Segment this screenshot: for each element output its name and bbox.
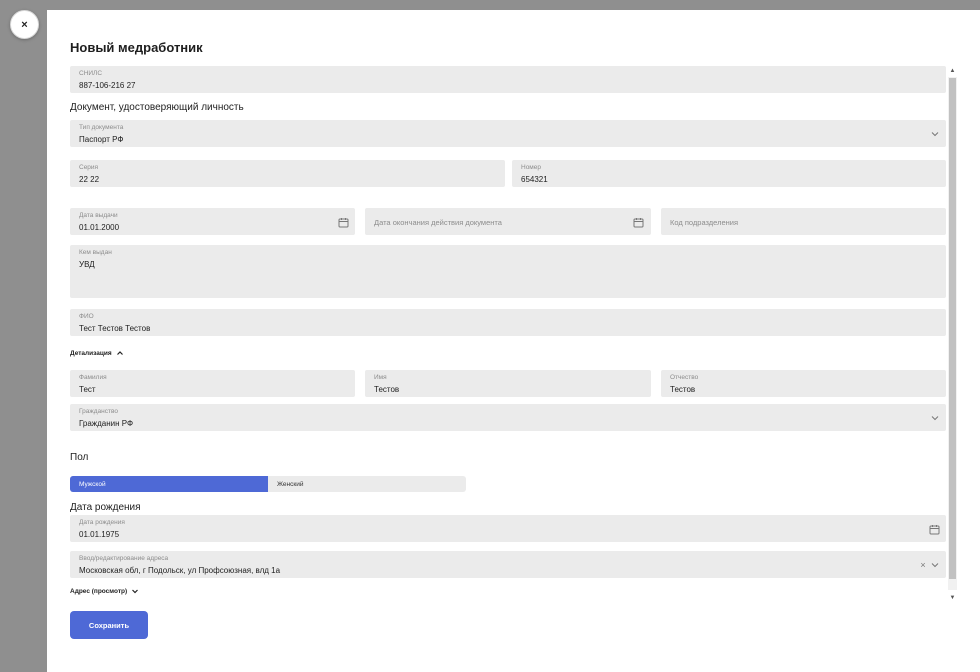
new-medworker-dialog: Новый медработник СНИЛС 887-106-216 27 Д…: [47, 10, 980, 672]
series-value: 22 22: [79, 175, 100, 184]
birth-date-field[interactable]: Дата рождения 01.01.1975: [70, 515, 946, 542]
gender-segmented-control: Мужской Женский: [70, 476, 466, 492]
fio-field[interactable]: ФИО Тест Тестов Тестов: [70, 309, 946, 336]
patronymic-field[interactable]: Отчество Тестов: [661, 370, 946, 397]
gender-option-female[interactable]: Женский: [268, 476, 466, 492]
issued-by-label: Кем выдан: [79, 249, 112, 256]
number-value: 654321: [521, 175, 548, 184]
chevron-down-icon[interactable]: [928, 411, 942, 425]
chevron-down-icon: [132, 589, 139, 594]
citizenship-select[interactable]: Гражданство Гражданин РФ: [70, 404, 946, 431]
division-code-field[interactable]: Код подразделения: [661, 208, 946, 235]
expiry-date-placeholder: Дата окончания действия документа: [374, 218, 502, 227]
issue-date-value: 01.01.2000: [79, 223, 120, 232]
details-toggle[interactable]: Детализация: [70, 349, 124, 357]
expiry-date-field[interactable]: Дата окончания действия документа: [365, 208, 651, 235]
address-input-field[interactable]: Ввод/редактирование адреса Московская об…: [70, 551, 946, 578]
dialog-title: Новый медработник: [70, 40, 203, 55]
patronymic-label: Отчество: [670, 374, 699, 381]
name-value: Тестов: [374, 385, 400, 394]
address-input-label: Ввод/редактирование адреса: [79, 555, 169, 562]
gender-option-male[interactable]: Мужской: [70, 476, 268, 492]
series-label: Серия: [79, 164, 99, 171]
address-view-toggle[interactable]: Адрес (просмотр): [70, 587, 139, 595]
issue-date-field[interactable]: Дата выдачи 01.01.2000: [70, 208, 355, 235]
birth-date-value: 01.01.1975: [79, 530, 120, 539]
close-button[interactable]: ×: [10, 10, 39, 39]
surname-value: Тест: [79, 385, 96, 394]
doc-type-value: Паспорт РФ: [79, 135, 124, 144]
number-field[interactable]: Номер 654321: [512, 160, 946, 187]
issued-by-value: УВД: [79, 260, 95, 269]
chevron-down-icon[interactable]: [928, 127, 942, 141]
issue-date-label: Дата выдачи: [79, 212, 118, 219]
form-scroll-area[interactable]: СНИЛС 887-106-216 27 Документ, удостовер…: [47, 66, 980, 603]
fio-value: Тест Тестов Тестов: [79, 324, 151, 333]
name-field[interactable]: Имя Тестов: [365, 370, 651, 397]
number-label: Номер: [521, 164, 542, 171]
name-label: Имя: [374, 374, 387, 381]
gender-section-title: Пол: [70, 452, 89, 463]
birth-date-label: Дата рождения: [79, 519, 125, 526]
address-input-value: Московская обл, г Подольск, ул Профсоюзн…: [79, 566, 281, 575]
calendar-icon[interactable]: [336, 215, 350, 229]
close-icon: ×: [21, 18, 28, 31]
document-section-title: Документ, удостоверяющий личность: [70, 102, 244, 113]
form-scrollbar[interactable]: ▲ ▼: [948, 66, 957, 603]
fio-label: ФИО: [79, 313, 94, 320]
patronymic-value: Тестов: [670, 385, 696, 394]
scroll-down-arrow-icon[interactable]: ▼: [948, 593, 957, 603]
calendar-icon[interactable]: [631, 215, 645, 229]
modal-backdrop: [0, 0, 47, 672]
modal-backdrop-top: [0, 0, 980, 10]
division-code-placeholder: Код подразделения: [670, 218, 739, 227]
chevron-down-icon[interactable]: [928, 558, 942, 572]
surname-field[interactable]: Фамилия Тест: [70, 370, 355, 397]
scroll-up-arrow-icon[interactable]: ▲: [948, 66, 957, 76]
doc-type-select[interactable]: Тип документа Паспорт РФ: [70, 120, 946, 147]
address-view-toggle-label: Адрес (просмотр): [70, 587, 128, 595]
snils-field[interactable]: СНИЛС 887-106-216 27: [70, 66, 946, 93]
birth-section-title: Дата рождения: [70, 502, 141, 513]
chevron-up-icon: [116, 351, 123, 355]
citizenship-label: Гражданство: [79, 408, 118, 415]
series-field[interactable]: Серия 22 22: [70, 160, 505, 187]
details-toggle-label: Детализация: [70, 349, 112, 357]
save-button[interactable]: Сохранить: [70, 611, 148, 639]
doc-type-label: Тип документа: [79, 124, 124, 131]
citizenship-value: Гражданин РФ: [79, 419, 134, 428]
surname-label: Фамилия: [79, 374, 107, 381]
snils-label: СНИЛС: [79, 70, 103, 77]
scrollbar-thumb[interactable]: [949, 78, 956, 579]
calendar-icon[interactable]: [927, 522, 941, 536]
snils-value: 887-106-216 27: [79, 81, 136, 90]
issued-by-field[interactable]: Кем выдан УВД: [70, 245, 946, 298]
